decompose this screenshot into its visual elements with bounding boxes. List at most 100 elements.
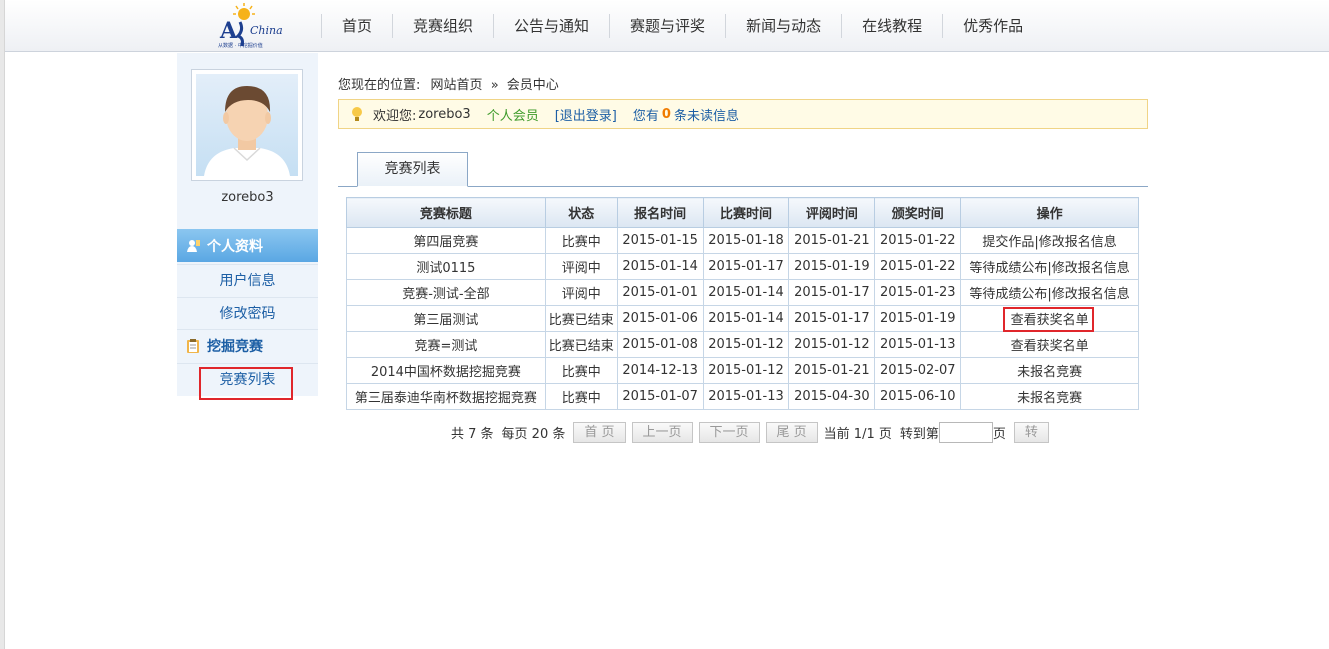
sidebar-item-user-info[interactable]: 用户信息 — [177, 264, 318, 296]
breadcrumb-current: 会员中心 — [506, 78, 559, 93]
cell-signup-time: 2015-01-15 — [616, 227, 704, 254]
cell-match-time: 2015-01-14 — [702, 279, 790, 306]
table-row: 竞赛=测试 比赛已结束 2015-01-08 2015-01-12 2015-01-12… — [346, 331, 1139, 358]
table-row: 测试0115 评阅中 2015-01-14 2015-01-17 2015-01-19 2… — [346, 253, 1139, 280]
table-row: 第四届竞赛 比赛中 2015-01-15 2015-01-18 2015-01-21 20… — [346, 227, 1139, 254]
cell-title: 第三届测试 — [346, 305, 546, 332]
table-row: 2014中国杯数据挖掘竞赛 比赛中 2014-12-13 2015-01-12 2015… — [346, 357, 1139, 384]
member-role: 个人会员 — [486, 108, 539, 124]
highlight-box-action — [1003, 307, 1094, 332]
cell-match-time: 2015-01-17 — [702, 253, 790, 280]
site-logo[interactable]: A China 从数据 · 中挖掘价值 — [214, 2, 286, 49]
cell-action[interactable]: 未报名竞赛 — [960, 383, 1139, 410]
pager-first-button[interactable]: 首 页 — [573, 421, 626, 443]
pager-page-input[interactable] — [938, 421, 993, 443]
unread-suffix[interactable]: 条未读信息 — [674, 105, 739, 124]
pager-go-button[interactable]: 转 — [1013, 421, 1049, 443]
cell-action[interactable]: 查看获奖名单 — [960, 331, 1139, 358]
table-row: 竞赛-测试-全部 评阅中 2015-01-01 2015-01-14 2015-01-1… — [346, 279, 1139, 306]
cell-award-time: 2015-01-19 — [874, 305, 962, 332]
sidebar-section-profile[interactable]: 个人资料 — [177, 229, 318, 262]
cell-award-time: 2015-01-22 — [874, 227, 962, 254]
cell-title: 竞赛-测试-全部 — [346, 279, 546, 306]
competition-table: 竞赛标题 状态 报名时间 比赛时间 评阅时间 颁奖时间 操作 第四届竞赛 比赛中 2… — [346, 197, 1139, 410]
cell-status: 比赛中 — [544, 357, 618, 384]
tab-competition-list[interactable]: 竞赛列表 — [357, 152, 468, 187]
cell-title: 竞赛=测试 — [346, 331, 546, 358]
cell-award-time: 2015-02-07 — [874, 357, 962, 384]
sidebar-section-mining[interactable]: 挖掘竞赛 — [177, 329, 318, 362]
nav-problems-awards[interactable]: 赛题与评奖 — [610, 9, 725, 43]
svg-text:从数据 · 中挖掘价值: 从数据 · 中挖掘价值 — [218, 42, 263, 49]
pager-last-button[interactable]: 尾 页 — [765, 421, 818, 443]
col-award-time: 颁奖时间 — [874, 197, 962, 228]
nav-tutorials[interactable]: 在线教程 — [842, 9, 942, 43]
pager-prev-button[interactable]: 上一页 — [631, 421, 693, 443]
user-avatar-icon — [204, 86, 290, 176]
cell-award-time: 2015-01-22 — [874, 253, 962, 280]
cell-review-time: 2015-01-19 — [788, 253, 876, 280]
pager-total: 共 7 条 — [451, 426, 494, 442]
cell-signup-time: 2015-01-14 — [616, 253, 704, 280]
cell-status: 比赛中 — [544, 227, 618, 254]
sidebar-username: zorebo3 — [221, 190, 274, 205]
pager-next-button[interactable]: 下一页 — [698, 421, 760, 443]
cell-signup-time: 2015-01-06 — [616, 305, 704, 332]
breadcrumb-separator: » — [490, 78, 499, 93]
unread-prefix: 您有 — [632, 108, 659, 124]
sidebar-item-change-password[interactable]: 修改密码 — [177, 297, 318, 329]
cell-signup-time: 2015-01-07 — [616, 383, 704, 410]
pager-current: 当前 1/1 页 — [823, 426, 892, 442]
lightbulb-icon — [351, 106, 363, 122]
logout-link[interactable]: [退出登录] — [555, 105, 617, 124]
cell-review-time: 2015-01-17 — [788, 305, 876, 332]
cell-title: 第四届竞赛 — [346, 227, 546, 254]
cell-match-time: 2015-01-12 — [702, 331, 790, 358]
nav-competition-org[interactable]: 竞赛组织 — [393, 9, 493, 43]
window-frame — [0, 0, 5, 649]
col-signup-time: 报名时间 — [616, 197, 704, 228]
cell-action[interactable]: 等待成绩公布|修改报名信息 — [960, 253, 1139, 280]
sidebar-section-label: 个人资料 — [207, 238, 263, 255]
cell-match-time: 2015-01-14 — [702, 305, 790, 332]
top-header: A China 从数据 · 中挖掘价值 首页 竞赛组织 公告与通知 赛题与评奖 … — [5, 0, 1329, 52]
unread-count[interactable]: 0 — [662, 107, 671, 122]
nav-home[interactable]: 首页 — [322, 9, 392, 43]
svg-text:China: China — [250, 24, 283, 37]
breadcrumb-prefix: 您现在的位置: — [338, 78, 421, 93]
col-review-time: 评阅时间 — [788, 197, 876, 228]
profile-icon — [185, 238, 201, 254]
welcome-greet: 欢迎您: — [373, 108, 417, 124]
cell-award-time: 2015-01-13 — [874, 331, 962, 358]
cell-signup-time: 2015-01-08 — [616, 331, 704, 358]
breadcrumb-home-link[interactable]: 网站首页 — [431, 78, 483, 93]
clipboard-icon — [185, 338, 201, 354]
cell-signup-time: 2014-12-13 — [616, 357, 704, 384]
cell-match-time: 2015-01-13 — [702, 383, 790, 410]
table-header-row: 竞赛标题 状态 报名时间 比赛时间 评阅时间 颁奖时间 操作 — [346, 197, 1139, 228]
avatar — [191, 69, 303, 181]
cell-review-time: 2015-01-21 — [788, 357, 876, 384]
col-action: 操作 — [960, 197, 1139, 228]
breadcrumb: 您现在的位置: 网站首页 » 会员中心 — [338, 74, 559, 93]
cell-action[interactable]: 等待成绩公布|修改报名信息 — [960, 279, 1139, 306]
nav-news[interactable]: 新闻与动态 — [726, 9, 841, 43]
cell-award-time: 2015-06-10 — [874, 383, 962, 410]
pager-per-page: 每页 20 条 — [501, 426, 566, 442]
highlight-box-sidebar — [199, 367, 293, 400]
sidebar-section-label: 挖掘竞赛 — [207, 339, 263, 355]
cell-match-time: 2015-01-12 — [702, 357, 790, 384]
col-title: 竞赛标题 — [346, 197, 546, 228]
table-row: 第三届泰迪华南杯数据挖掘竞赛 比赛中 2015-01-07 2015-01-13 201… — [346, 383, 1139, 410]
cell-review-time: 2015-01-12 — [788, 331, 876, 358]
tab-bar: 竞赛列表 — [338, 152, 1148, 187]
nav-excellent-works[interactable]: 优秀作品 — [943, 9, 1043, 43]
cell-status: 比赛已结束 — [544, 331, 618, 358]
cell-action[interactable]: 未报名竞赛 — [960, 357, 1139, 384]
cell-action[interactable]: 提交作品|修改报名信息 — [960, 227, 1139, 254]
nav-announcements[interactable]: 公告与通知 — [494, 9, 609, 43]
pagination: 共 7 条 每页 20 条 首 页 上一页 下一页 尾 页 当前 1/1 页 转… — [451, 421, 1055, 443]
cell-award-time: 2015-01-23 — [874, 279, 962, 306]
welcome-bar: 欢迎您: zorebo3 个人会员 [退出登录] 您有 0 条未读信息 — [338, 99, 1148, 129]
cell-review-time: 2015-04-30 — [788, 383, 876, 410]
